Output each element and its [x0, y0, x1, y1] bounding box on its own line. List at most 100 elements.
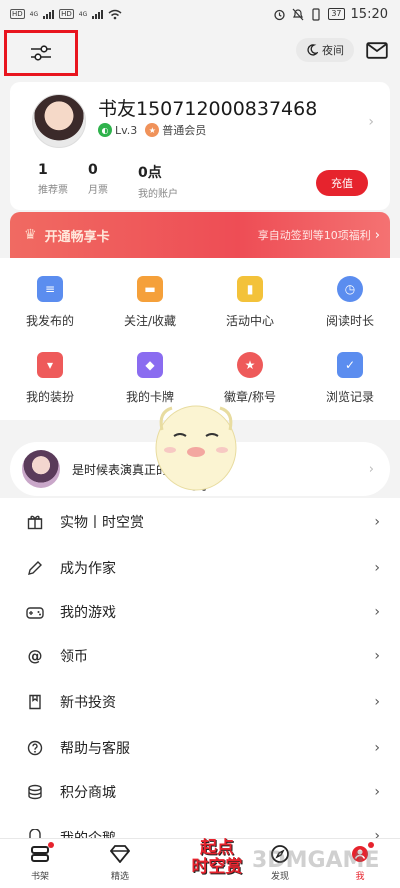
menu-item-label: 领币 — [60, 649, 88, 665]
membership-label: 普通会员 — [162, 124, 207, 137]
gamepad-icon — [26, 603, 44, 621]
level-badge[interactable]: ◐ Lv.3 — [98, 123, 137, 137]
top-bar: 夜间 — [0, 28, 400, 76]
menu-item-become-author[interactable]: 成为作家 › — [0, 546, 400, 590]
vibrate-icon — [312, 7, 320, 21]
grid-item-reading-time[interactable]: ◷ 阅读时长 — [300, 276, 400, 329]
hd-tag-2: HD — [59, 9, 74, 19]
grid-item-my-outfit[interactable]: ▾ 我的装扮 — [0, 352, 100, 405]
bookshelf-icon — [29, 842, 54, 865]
mail-icon — [366, 41, 388, 59]
medal-icon: ★ — [237, 352, 263, 378]
nav-tab-featured[interactable]: 精选 — [80, 843, 160, 882]
stat-monthly-tickets[interactable]: 0 月票 — [88, 162, 138, 200]
stat-account[interactable]: 0点 我的账户 — [138, 162, 218, 200]
menu-item-label: 帮助与客服 — [60, 741, 130, 757]
center-promo-logo[interactable]: 起点 时空赏 — [172, 830, 262, 886]
menu-item-label: 我的游戏 — [60, 605, 116, 621]
profile-stats: 1 推荐票 0 月票 0点 我的账户 — [38, 162, 218, 200]
signal-bars-icon-2 — [92, 9, 104, 19]
grid-item-follow-collect[interactable]: ▬ 关注/收藏 — [100, 276, 200, 329]
nav-tab-bookshelf[interactable]: 书架 — [0, 842, 80, 882]
stat-value: 1 — [38, 162, 48, 178]
crown-icon: ♛ — [24, 227, 37, 243]
menu-item-physical-rewards[interactable]: 实物丨时空赏 › — [0, 500, 400, 544]
menu-item-label: 积分商城 — [60, 785, 116, 801]
status-bar: HD 4G HD 4G 37 15:20 — [0, 0, 400, 28]
promo-avatar — [22, 450, 60, 488]
chevron-right-icon: › — [368, 461, 374, 477]
stat-label: 月票 — [88, 185, 108, 196]
gift-box-icon — [26, 513, 44, 531]
menu-item-label: 新书投资 — [60, 695, 116, 711]
pen-icon — [26, 559, 44, 577]
profile-badges: ◐ Lv.3 ★ 普通会员 — [98, 122, 206, 138]
book-icon — [26, 693, 44, 711]
menu-item-label: 成为作家 — [60, 561, 116, 577]
coins-icon — [26, 783, 44, 801]
chevron-right-icon: › — [368, 114, 374, 130]
menu-item-my-games[interactable]: 我的游戏 › — [0, 590, 400, 634]
sliders-icon — [31, 45, 51, 61]
night-mode-button[interactable]: 夜间 — [296, 38, 354, 62]
alarm-icon — [274, 9, 285, 20]
menu-item-new-book-invest[interactable]: 新书投资 › — [0, 680, 400, 724]
battery-indicator: 37 — [328, 8, 345, 20]
star-icon: ★ — [145, 123, 160, 137]
history-icon: ✓ — [337, 352, 363, 378]
profile-card[interactable]: 书友150712000837468 ◐ Lv.3 ★ 普通会员 › 1 推荐票 … — [10, 82, 390, 210]
stat-recommend-tickets[interactable]: 1 推荐票 — [38, 162, 88, 200]
grid-item-activity-center[interactable]: ▮ 活动中心 — [200, 276, 300, 329]
signal-bars-icon — [43, 9, 55, 19]
grid-item-label: 我发布的 — [25, 314, 74, 328]
signal-indicator-2: 4G — [78, 10, 88, 18]
grid-item-history[interactable]: ✓ 浏览记录 — [300, 352, 400, 405]
moon-icon — [307, 44, 318, 56]
grid-item-my-posts[interactable]: ≡ 我发布的 — [0, 276, 100, 329]
chevron-right-icon: › — [374, 648, 380, 664]
menu-item-points-mall[interactable]: 积分商城 › — [0, 770, 400, 814]
nav-tab-label: 书架 — [30, 872, 49, 882]
penguin-icon — [26, 828, 44, 838]
night-mode-label: 夜间 — [322, 44, 344, 57]
grid-item-label: 我的装扮 — [25, 390, 74, 404]
chevron-right-icon: › — [374, 514, 380, 530]
wifi-icon — [108, 9, 122, 19]
username: 书友150712000837468 — [98, 98, 318, 120]
chevron-right-icon: › — [374, 740, 380, 756]
notification-dot — [48, 842, 54, 848]
help-icon — [26, 739, 44, 757]
recharge-button[interactable]: 充值 — [316, 170, 368, 196]
avatar[interactable] — [32, 94, 86, 148]
menu-item-collect-coins[interactable]: @ 领币 › — [0, 634, 400, 678]
menu-item-label: 我的企鹅 — [60, 828, 116, 838]
menu-item-label: 实物丨时空赏 — [60, 515, 144, 531]
diamond-icon — [109, 843, 131, 865]
filter-settings-button[interactable] — [4, 30, 78, 76]
menu-item-help-support[interactable]: 帮助与客服 › — [0, 726, 400, 770]
vip-banner-title: 开通畅享卡 — [44, 229, 110, 245]
logo-line-2: 时空赏 — [191, 857, 243, 877]
message-icon: ≡ — [37, 276, 63, 302]
stat-label: 推荐票 — [38, 185, 68, 196]
settings-menu: 实物丨时空赏 › 成为作家 › 我的游戏 › @ 领币 › 新书投资 › 帮助与… — [0, 498, 400, 838]
chevron-right-icon: › — [374, 604, 380, 620]
logo-line-1: 起点 — [200, 838, 234, 858]
mascot-sticker — [155, 405, 237, 491]
vip-card-banner[interactable]: ♛ 开通畅享卡 享自动签到等10项福利 › — [10, 212, 390, 258]
grid-item-label: 浏览记录 — [325, 390, 374, 404]
shirt-icon: ▾ — [37, 352, 63, 378]
vip-banner-desc: 享自动签到等10项福利 — [257, 229, 371, 242]
stat-label: 我的账户 — [138, 189, 178, 200]
stat-value: 0 — [88, 162, 98, 178]
membership-badge[interactable]: ★ 普通会员 — [145, 122, 206, 138]
grid-item-label: 活动中心 — [225, 314, 274, 328]
mail-button[interactable] — [364, 37, 390, 63]
hd-tag: HD — [10, 9, 25, 19]
chevron-right-icon: › — [374, 784, 380, 800]
chevron-right-icon: › — [374, 227, 380, 243]
level-icon: ◐ — [98, 123, 112, 137]
watermark: 3DMGAME — [252, 848, 380, 873]
clock-icon: ◷ — [337, 276, 363, 302]
stat-value: 0点 — [138, 165, 162, 181]
